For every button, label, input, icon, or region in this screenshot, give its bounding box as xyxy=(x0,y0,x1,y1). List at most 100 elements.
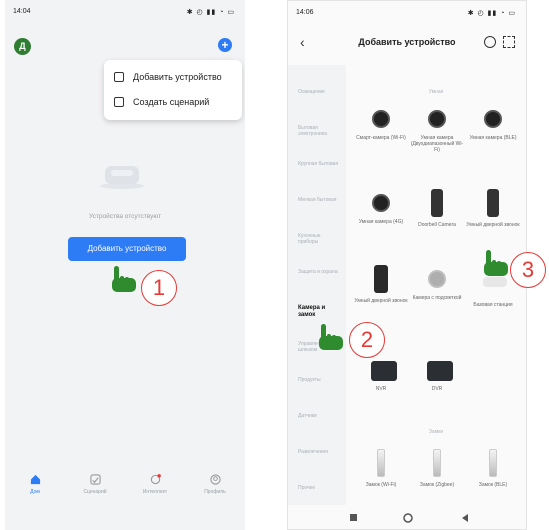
category-item[interactable]: Бытовая электроника xyxy=(298,125,342,137)
empty-state-text: Устройства отсутствуют xyxy=(88,213,162,220)
status-icons: ✱ ◴ ▮▮ ◔ ▭ xyxy=(467,10,516,17)
tab-label: Сценарий xyxy=(83,489,107,495)
home-nav-icon xyxy=(403,513,413,523)
status-bar: 14:06 ✱ ◴ ▮▮ ◔ ▭ xyxy=(288,9,526,21)
category-item[interactable]: Датчики xyxy=(298,413,342,419)
device-grid: Умная Смарт-камера (Wi-Fi) Умная камера … xyxy=(346,65,526,505)
device-label: NVR xyxy=(375,386,387,392)
status-time: 14:06 xyxy=(296,9,314,16)
device-tile[interactable]: Умная камера (Двухдиапазонный Wi-Fi) xyxy=(410,109,464,153)
category-item[interactable]: Продукты xyxy=(298,377,342,383)
device-label: Умная камера (BLE) xyxy=(469,135,517,141)
category-item-camera-lock[interactable]: Камера и замок xyxy=(298,305,342,319)
category-item[interactable]: Развлечения xyxy=(298,449,342,455)
add-menu-popup: Добавить устройство Создать сценарий xyxy=(104,60,242,120)
device-tile[interactable]: NVR xyxy=(354,361,408,392)
camera-icon xyxy=(484,110,502,128)
category-item[interactable]: Мелкая бытовая xyxy=(298,197,342,203)
device-tile[interactable]: Смарт-камера (Wi-Fi) xyxy=(354,109,408,141)
system-nav-bar xyxy=(350,513,468,523)
device-label: Смарт-камера (Wi-Fi) xyxy=(356,135,406,141)
tab-label: Профиль xyxy=(204,489,226,495)
profile-icon xyxy=(209,474,221,485)
device-label: Замок (BLE) xyxy=(478,482,508,488)
step-1-number: 1 xyxy=(141,270,177,306)
device-tile[interactable]: Замок (BLE) xyxy=(466,449,520,488)
lock-icon xyxy=(433,449,441,477)
section-header: Умная xyxy=(428,89,444,95)
camera-icon xyxy=(372,110,390,128)
device-label: Умный дверной звонок xyxy=(466,222,520,228)
category-item[interactable]: Прочее xyxy=(298,485,342,491)
device-label: Умная камера (Двухдиапазонный Wi-Fi) xyxy=(410,135,464,153)
scene-tab-icon xyxy=(89,474,101,485)
category-item[interactable]: Крупная бытовая xyxy=(298,161,342,167)
scene-icon xyxy=(114,97,124,107)
device-label: Базовая станция xyxy=(473,302,513,308)
empty-devices-illustration xyxy=(100,166,144,189)
tab-smart[interactable]: Интеллект xyxy=(125,472,185,506)
pointing-hand-icon xyxy=(484,250,508,276)
smart-icon xyxy=(150,474,161,485)
back-nav-icon xyxy=(462,514,468,522)
device-label: Умный дверной звонок xyxy=(354,298,408,304)
status-icons: ✱ ◴ ▮▮ ◔ ▭ xyxy=(186,9,235,16)
device-tile[interactable]: Умная камера (BLE) xyxy=(466,109,520,141)
device-icon xyxy=(114,72,124,82)
menu-item-label: Создать сценарий xyxy=(133,97,210,107)
camera-icon xyxy=(372,194,390,212)
qr-scan-icon[interactable] xyxy=(503,36,515,48)
category-sidebar: Освещение Бытовая электроника Крупная бы… xyxy=(288,65,346,505)
step-2-number: 2 xyxy=(349,322,385,358)
device-label: Doorbell Camera xyxy=(418,222,456,228)
device-tile[interactable]: Замок (Wi-Fi) xyxy=(354,449,408,488)
tab-label: Интеллект xyxy=(142,489,168,495)
doorbell-icon xyxy=(487,189,499,217)
lock-icon xyxy=(377,449,385,477)
tab-profile[interactable]: Профиль xyxy=(185,472,245,506)
device-label: Камера с подсветкой xyxy=(412,295,462,301)
device-tile[interactable]: Умный дверной звонок xyxy=(354,265,408,304)
section-header: Замки xyxy=(428,429,444,435)
device-tile[interactable]: Замок (Zigbee) xyxy=(410,449,464,488)
category-item[interactable]: Освещение xyxy=(298,89,342,95)
category-item[interactable]: Защита и охрана xyxy=(298,269,342,275)
system-nav-bar xyxy=(5,510,245,530)
menu-item-create-scene[interactable]: Создать сценарий xyxy=(114,93,209,111)
menu-item-add-device[interactable]: Добавить устройство xyxy=(114,68,222,86)
step-3-number: 3 xyxy=(510,252,546,288)
device-label: Умная камера (4G) xyxy=(358,219,404,225)
tab-scene[interactable]: Сценарий xyxy=(65,472,125,506)
device-tile[interactable]: Doorbell Camera xyxy=(410,189,464,228)
avatar[interactable]: Д xyxy=(14,38,31,55)
pointing-hand-icon xyxy=(319,324,343,350)
page-header: ‹ Добавить устройство xyxy=(288,33,526,55)
add-plus-button[interactable]: + xyxy=(218,38,232,52)
doorbell-icon xyxy=(431,189,443,217)
status-time: 14:04 xyxy=(13,8,31,15)
device-tile[interactable]: Умная камера (4G) xyxy=(354,193,408,225)
device-tile[interactable]: Умный дверной звонок xyxy=(466,189,520,228)
device-label: Замок (Zigbee) xyxy=(419,482,455,488)
menu-item-label: Добавить устройство xyxy=(133,72,222,82)
lock-icon xyxy=(489,449,497,477)
bottom-tab-bar: Дом Сценарий Интеллект Профиль xyxy=(5,472,245,506)
auto-scan-icon[interactable] xyxy=(484,36,496,48)
add-device-button[interactable]: Добавить устройство xyxy=(68,237,186,261)
category-item[interactable]: Кухонные приборы xyxy=(298,233,342,245)
dvr-icon xyxy=(427,361,453,381)
home-icon xyxy=(30,474,40,485)
device-tile[interactable]: Камера с подсветкой xyxy=(410,269,464,301)
tab-label: Дом xyxy=(30,489,40,495)
tab-home[interactable]: Дом xyxy=(5,472,65,506)
device-label: Замок (Wi-Fi) xyxy=(365,482,397,488)
status-bar: 14:04 ✱ ◴ ▮▮ ◔ ▭ xyxy=(5,8,245,20)
camera-icon xyxy=(428,110,446,128)
nvr-icon xyxy=(371,361,397,381)
pointing-hand-icon xyxy=(112,266,136,292)
doorbell-icon xyxy=(374,265,388,293)
device-label: DVR xyxy=(431,386,443,392)
recents-icon xyxy=(350,514,357,521)
device-tile[interactable]: DVR xyxy=(410,361,464,392)
camera-light-icon xyxy=(428,270,446,288)
